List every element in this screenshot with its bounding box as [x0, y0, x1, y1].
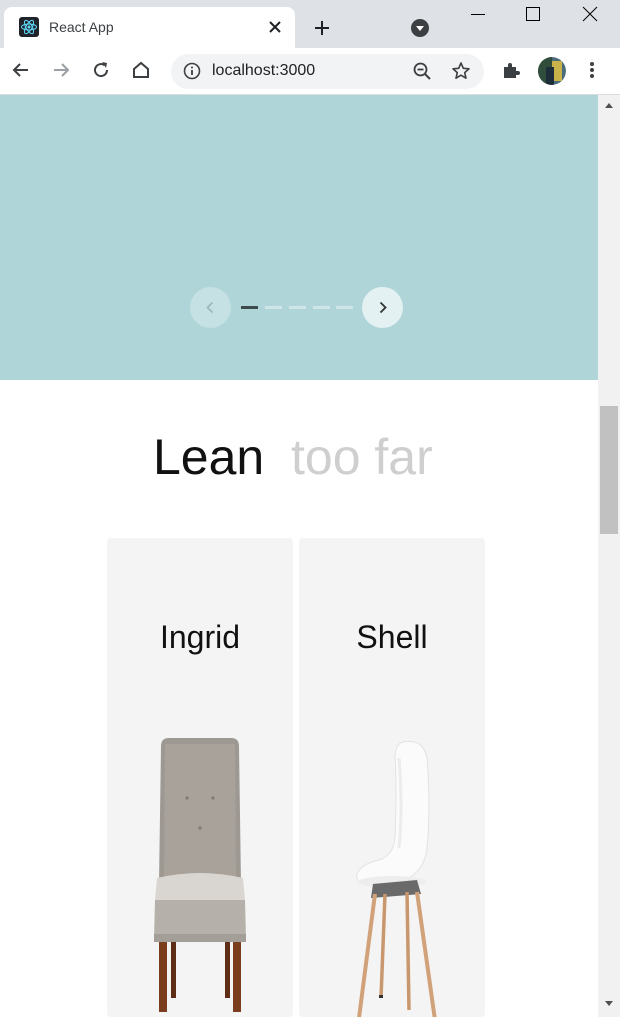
heading-main: Lean — [153, 429, 265, 485]
chair-image — [356, 740, 437, 1017]
product-card-ingrid[interactable]: Ingrid — [107, 538, 293, 1017]
close-icon[interactable] — [266, 18, 284, 36]
vertical-scrollbar[interactable] — [598, 95, 620, 1017]
scrollbar-thumb[interactable] — [600, 406, 618, 534]
close-icon — [582, 6, 598, 22]
carousel-dot-1[interactable] — [241, 306, 258, 309]
carousel-dot-4[interactable] — [313, 306, 330, 309]
arrow-right-icon[interactable] — [49, 58, 73, 82]
heading-sub: too far — [291, 429, 433, 485]
info-icon[interactable] — [183, 62, 201, 80]
react-logo-icon — [19, 17, 39, 37]
browser-toolbar: localhost:3000 — [0, 48, 620, 95]
product-name: Shell — [356, 619, 428, 655]
home-icon[interactable] — [129, 58, 153, 82]
product-name: Ingrid — [159, 619, 241, 655]
tab-title: React App — [49, 19, 114, 35]
carousel-dot-5[interactable] — [336, 306, 353, 309]
puzzle-icon[interactable] — [499, 58, 523, 82]
maximize-button[interactable] — [505, 0, 561, 30]
carousel-dot-3[interactable] — [289, 306, 306, 309]
zoom-out-icon[interactable] — [412, 61, 432, 81]
hero-carousel — [0, 95, 598, 380]
page-viewport: Lean too far Ingrid Shell — [0, 95, 598, 1017]
profile-picture — [538, 57, 566, 85]
kebab-menu-icon[interactable] — [580, 58, 604, 82]
product-card-shell[interactable]: Shell — [299, 538, 485, 1017]
browser-tab[interactable]: React App — [4, 7, 295, 48]
scroll-down-arrow-icon[interactable] — [603, 999, 615, 1009]
scroll-up-arrow-icon[interactable] — [603, 100, 615, 110]
minimize-icon — [471, 14, 485, 15]
url-text[interactable]: localhost:3000 — [212, 62, 315, 80]
section-heading: Lean too far — [0, 428, 598, 492]
address-bar[interactable]: localhost:3000 — [171, 54, 484, 89]
carousel-next-button[interactable] — [362, 287, 403, 328]
tab-strip: React App — [0, 0, 620, 48]
chair-image — [154, 738, 246, 1012]
arrow-left-icon[interactable] — [9, 58, 33, 82]
star-icon[interactable] — [451, 61, 471, 81]
carousel-indicators — [241, 306, 353, 310]
chevron-right-icon — [379, 301, 387, 314]
maximize-icon — [526, 7, 540, 21]
carousel-prev-button[interactable] — [190, 287, 231, 328]
plus-icon[interactable] — [310, 16, 334, 40]
avatar[interactable] — [538, 57, 566, 85]
carousel-dot-2[interactable] — [265, 306, 282, 309]
minimize-button[interactable] — [450, 0, 506, 30]
reload-icon[interactable] — [89, 58, 113, 82]
window-close-button[interactable] — [562, 0, 618, 30]
chevron-left-icon — [206, 301, 214, 314]
tab-search-icon[interactable] — [410, 18, 430, 38]
